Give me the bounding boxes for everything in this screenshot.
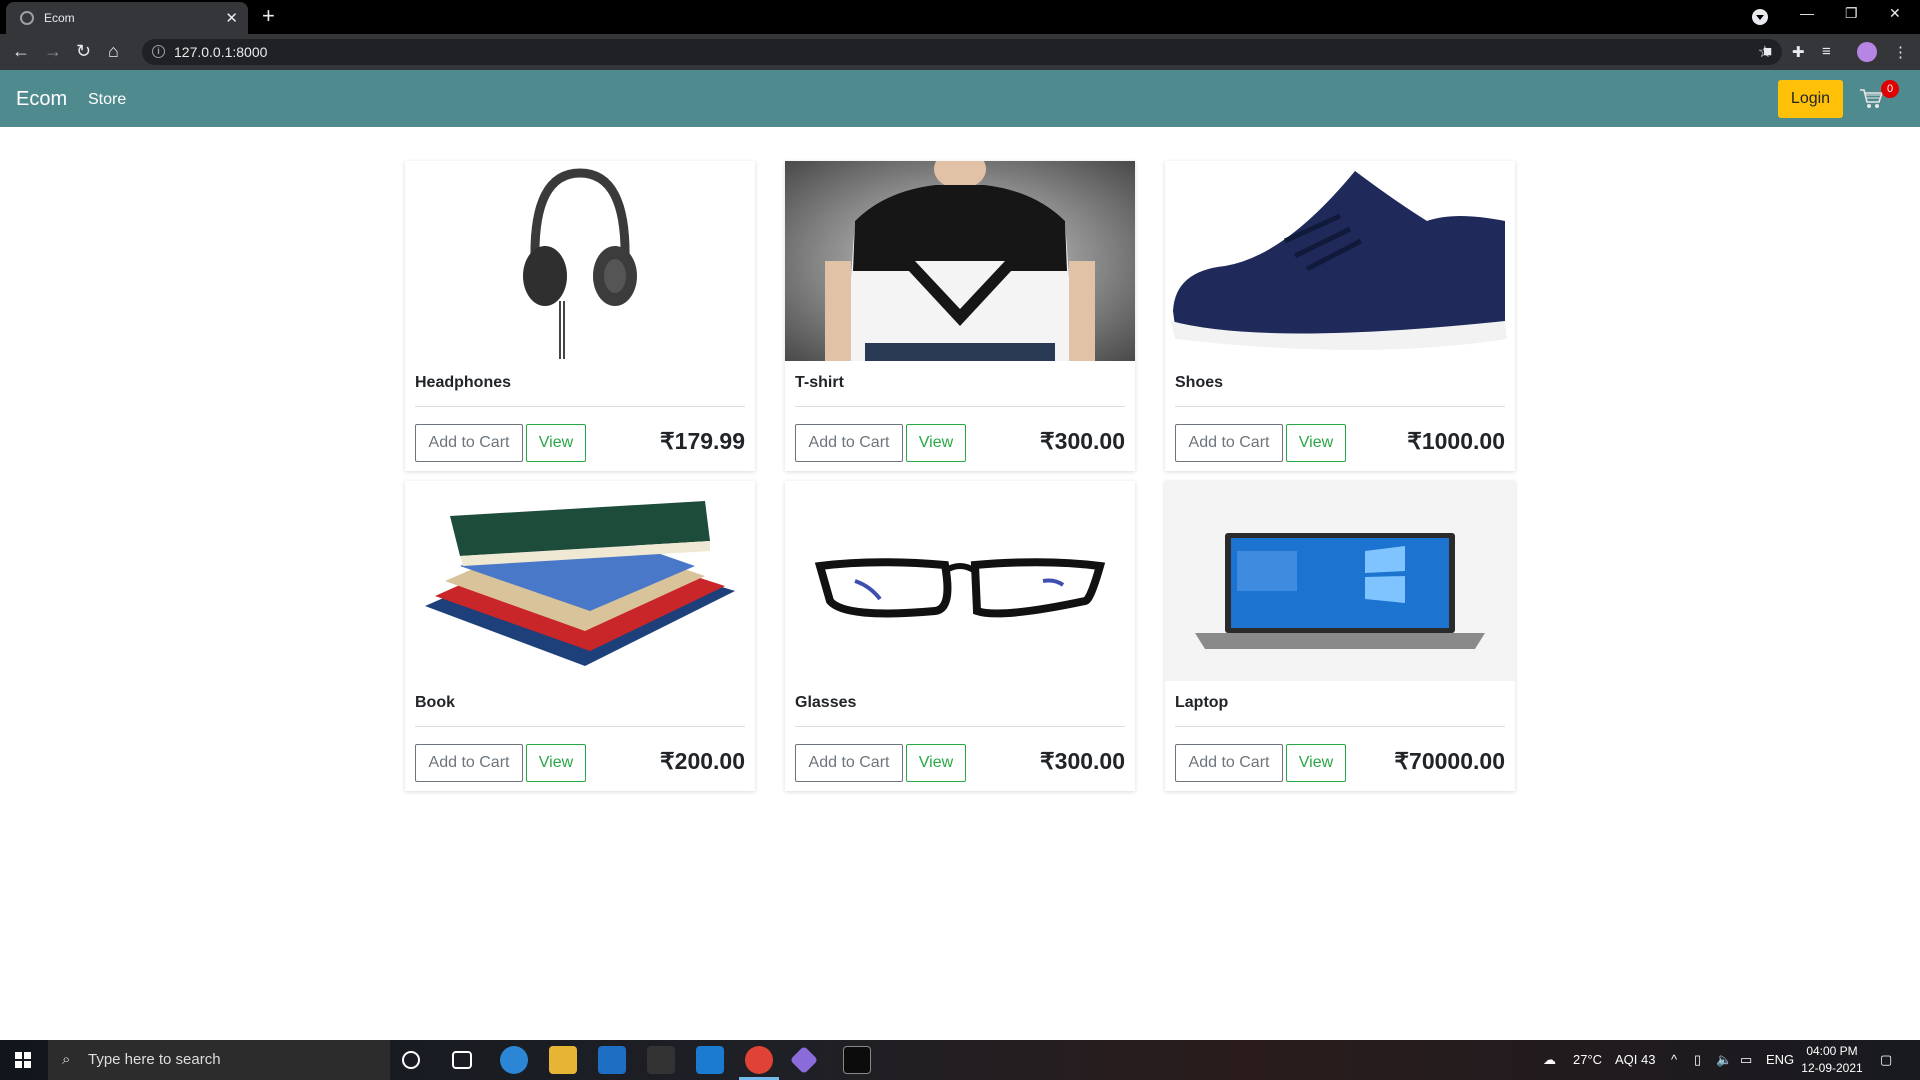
edge-icon[interactable] <box>500 1046 528 1074</box>
product-image[interactable] <box>1165 161 1515 361</box>
vscode-icon[interactable] <box>696 1046 724 1074</box>
terminal-icon[interactable] <box>843 1046 871 1074</box>
view-button[interactable]: View <box>526 424 586 462</box>
product-price: ₹1000.00 <box>1407 428 1505 454</box>
product-price: ₹179.99 <box>660 428 745 454</box>
close-tab-icon[interactable]: ✕ <box>225 9 238 27</box>
divider <box>795 726 1125 727</box>
minimize-icon[interactable]: — <box>1800 5 1814 21</box>
brand-logo[interactable]: Ecom <box>16 88 67 111</box>
close-window-icon[interactable]: ✕ <box>1889 5 1901 22</box>
product-image[interactable] <box>405 481 755 681</box>
new-tab-button[interactable]: + <box>262 4 275 28</box>
site-navbar: Ecom Store Login 0 <box>0 70 1920 127</box>
mail-icon[interactable] <box>598 1046 626 1074</box>
clock-time: 04:00 PM <box>1806 1044 1858 1058</box>
add-to-cart-button[interactable]: Add to Cart <box>1175 424 1283 462</box>
weather-icon[interactable]: ☁ <box>1543 1052 1556 1068</box>
view-button[interactable]: View <box>906 424 966 462</box>
network-icon[interactable]: ▭ <box>1740 1052 1752 1068</box>
add-to-cart-button[interactable]: Add to Cart <box>795 744 903 782</box>
add-to-cart-button[interactable]: Add to Cart <box>415 424 523 462</box>
product-price: ₹70000.00 <box>1394 748 1505 774</box>
search-icon: ⌕ <box>62 1051 71 1068</box>
tab-ecom[interactable]: Ecom ✕ <box>6 2 248 34</box>
home-icon[interactable]: ⌂ <box>108 41 119 61</box>
puzzle-icon[interactable]: ✚ <box>1792 43 1805 61</box>
cortana-icon[interactable] <box>402 1051 420 1069</box>
add-to-cart-button[interactable]: Add to Cart <box>415 744 523 782</box>
divider <box>415 406 745 407</box>
globe-icon <box>20 11 34 25</box>
view-button[interactable]: View <box>526 744 586 782</box>
product-price: ₹300.00 <box>1040 428 1125 454</box>
add-to-cart-button[interactable]: Add to Cart <box>1175 744 1283 782</box>
forward-icon[interactable]: → <box>44 41 62 61</box>
task-view-icon[interactable] <box>452 1051 472 1069</box>
product-card-tshirt: T-shirt Add to Cart View ₹300.00 <box>785 161 1135 471</box>
tab-title: Ecom <box>44 11 75 25</box>
product-title: Book <box>415 694 455 711</box>
browser-toolbar: ← → ↻ ⌂ i 127.0.0.1:8000 ☆ <box>0 34 1920 70</box>
windows-start-icon[interactable] <box>15 1052 31 1068</box>
media-control-icon[interactable] <box>1752 9 1768 25</box>
search-placeholder[interactable]: Type here to search <box>88 1051 221 1068</box>
chevron-up-icon[interactable]: ^ <box>1671 1052 1677 1067</box>
chrome-icon[interactable] <box>745 1046 773 1074</box>
notifications-icon[interactable]: ▢ <box>1880 1052 1892 1068</box>
product-card-laptop: Laptop Add to Cart View ₹70000.00 <box>1165 481 1515 791</box>
login-button[interactable]: Login <box>1778 80 1843 118</box>
divider <box>415 726 745 727</box>
product-title: Shoes <box>1175 374 1224 391</box>
product-title: Headphones <box>415 374 512 391</box>
cart-count-badge: 0 <box>1881 80 1899 98</box>
address-bar[interactable]: i 127.0.0.1:8000 ☆ <box>142 39 1782 65</box>
product-image[interactable] <box>785 161 1135 361</box>
restore-icon[interactable]: ❐ <box>1845 5 1858 22</box>
product-image[interactable] <box>405 161 755 361</box>
nav-link-store[interactable]: Store <box>88 91 126 109</box>
product-price: ₹300.00 <box>1040 748 1125 774</box>
language-indicator[interactable]: ENG <box>1766 1052 1794 1067</box>
product-image[interactable] <box>1165 481 1515 681</box>
product-title: T-shirt <box>795 374 844 391</box>
back-icon[interactable]: ← <box>12 41 30 61</box>
divider <box>795 406 1125 407</box>
product-card-shoes: Shoes Add to Cart View ₹1000.00 <box>1165 161 1515 471</box>
divider <box>1175 726 1505 727</box>
cart-icon[interactable] <box>1859 88 1883 110</box>
extension-icon[interactable]: ■ <box>1763 43 1772 60</box>
volume-icon[interactable]: 🔈 <box>1716 1052 1732 1068</box>
game-app-icon[interactable] <box>647 1046 675 1074</box>
product-title: Laptop <box>1175 694 1229 711</box>
system-clock[interactable]: 04:00 PM 12-09-2021 <box>1800 1043 1864 1077</box>
browser-tab-strip: Ecom ✕ + — ❐ ✕ <box>0 0 1920 34</box>
aqi-value[interactable]: AQI 43 <box>1615 1052 1655 1067</box>
menu-dots-icon[interactable]: ⋮ <box>1893 43 1908 61</box>
product-title: Glasses <box>795 694 857 711</box>
file-explorer-icon[interactable] <box>549 1046 577 1074</box>
profile-avatar[interactable] <box>1857 42 1877 62</box>
reading-list-icon[interactable]: ≡ <box>1822 43 1831 60</box>
product-card-headphones: Headphones Add to Cart View ₹179.99 <box>405 161 755 471</box>
reload-icon[interactable]: ↻ <box>76 41 91 61</box>
taskbar-search-box[interactable]: ⌕ Type here to search <box>48 1040 390 1080</box>
site-info-icon[interactable]: i <box>152 45 165 58</box>
add-to-cart-button[interactable]: Add to Cart <box>795 424 903 462</box>
url-text[interactable]: 127.0.0.1:8000 <box>174 44 267 60</box>
view-button[interactable]: View <box>906 744 966 782</box>
git-icon[interactable] <box>789 1045 819 1075</box>
product-image[interactable] <box>785 481 1135 681</box>
clock-date: 12-09-2021 <box>1801 1061 1863 1075</box>
product-card-book: Book Add to Cart View ₹200.00 <box>405 481 755 791</box>
product-card-glasses: Glasses Add to Cart View ₹300.00 <box>785 481 1135 791</box>
battery-icon[interactable]: ▯ <box>1694 1052 1701 1068</box>
view-button[interactable]: View <box>1286 424 1346 462</box>
view-button[interactable]: View <box>1286 744 1346 782</box>
weather-temp[interactable]: 27°C <box>1573 1052 1602 1067</box>
divider <box>1175 406 1505 407</box>
product-price: ₹200.00 <box>660 748 745 774</box>
